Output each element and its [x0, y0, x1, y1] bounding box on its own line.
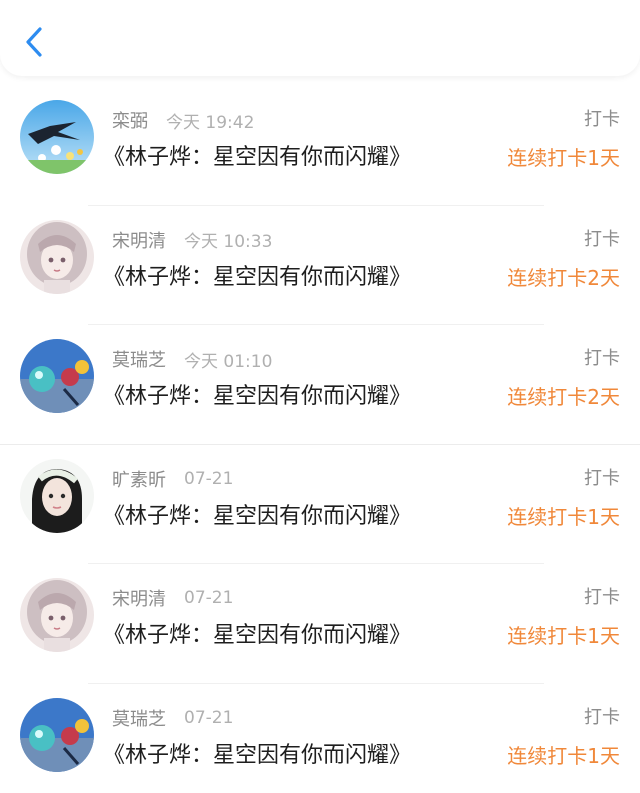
post-time: 今天 19:42 [166, 112, 255, 133]
action-label: 打卡 [584, 109, 620, 130]
streak-badge: 连续打卡2天 [507, 265, 620, 290]
book-title[interactable]: 《林子烨：星空因有你而闪耀》 [103, 262, 411, 294]
record-meta: 莫瑞芝 07-21 [112, 704, 233, 732]
chevron-left-icon [26, 27, 42, 57]
user-avatar[interactable] [20, 697, 94, 772]
anime-girl-avatar [20, 219, 94, 294]
record-meta: 旷素昕 07-21 [112, 465, 233, 493]
action-label: 打卡 [584, 706, 620, 728]
user-avatar[interactable] [20, 578, 94, 652]
checkin-list: 栾弼 今天 19:42 打卡 《林子烨：星空因有你而闪耀》 连续打卡1天 宋明清… [0, 86, 640, 793]
anime-girl-avatar [20, 578, 94, 652]
user-avatar[interactable] [20, 219, 94, 294]
post-time: 今天 01:10 [184, 351, 273, 372]
book-title[interactable]: 《林子烨：星空因有你而闪耀》 [103, 381, 411, 413]
streak-badge: 连续打卡1天 [507, 146, 620, 170]
book-title[interactable]: 《林子烨：星空因有你而闪耀》 [103, 501, 411, 533]
checkin-records-page: 栾弼 今天 19:42 打卡 《林子烨：星空因有你而闪耀》 连续打卡1天 宋明清… [0, 0, 640, 793]
checkin-item[interactable]: 莫瑞芝 今天 01:10 打卡 《林子烨：星空因有你而闪耀》 连续打卡2天 [0, 325, 640, 445]
user-name[interactable]: 栾弼 [112, 107, 148, 133]
post-time: 07-21 [184, 468, 234, 489]
user-name[interactable]: 宋明清 [112, 227, 166, 253]
user-avatar[interactable] [20, 339, 94, 413]
action-label: 打卡 [584, 587, 620, 608]
streak-badge: 连续打卡1天 [507, 624, 620, 648]
glass-marble-avatar [20, 697, 94, 772]
checkin-item[interactable]: 莫瑞芝 07-21 打卡 《林子烨：星空因有你而闪耀》 连续打卡1天 [0, 684, 640, 793]
checkin-item[interactable]: 宋明清 07-21 打卡 《林子烨：星空因有你而闪耀》 连续打卡1天 [0, 564, 640, 684]
streak-badge: 连续打卡1天 [507, 743, 620, 768]
user-name[interactable]: 莫瑞芝 [112, 705, 166, 731]
checkin-item[interactable]: 旷素昕 07-21 打卡 《林子烨：星空因有你而闪耀》 连续打卡1天 [0, 445, 640, 564]
glass-marble-avatar [20, 339, 94, 413]
user-avatar[interactable] [20, 100, 94, 174]
record-meta: 宋明清 07-21 [112, 584, 233, 612]
user-name[interactable]: 宋明清 [112, 585, 166, 611]
post-time: 07-21 [184, 707, 234, 728]
girl-photo-avatar [20, 458, 94, 533]
record-meta: 莫瑞芝 今天 01:10 [112, 345, 272, 373]
user-name[interactable]: 旷素昕 [112, 466, 166, 492]
user-avatar[interactable] [20, 458, 94, 533]
post-time: 今天 10:33 [184, 232, 273, 252]
swallow-bird-avatar [20, 100, 94, 174]
book-title[interactable]: 《林子烨：星空因有你而闪耀》 [103, 620, 411, 652]
top-navigation-bar [0, 0, 640, 76]
user-name[interactable]: 莫瑞芝 [112, 346, 166, 372]
book-title[interactable]: 《林子烨：星空因有你而闪耀》 [103, 740, 411, 772]
post-time: 07-21 [184, 588, 234, 608]
record-meta: 栾弼 今天 19:42 [112, 106, 254, 134]
checkin-item[interactable]: 栾弼 今天 19:42 打卡 《林子烨：星空因有你而闪耀》 连续打卡1天 [0, 86, 640, 206]
streak-badge: 连续打卡2天 [507, 385, 620, 409]
book-title[interactable]: 《林子烨：星空因有你而闪耀》 [103, 142, 411, 174]
action-label: 打卡 [584, 228, 620, 250]
back-button[interactable] [16, 20, 56, 64]
action-label: 打卡 [584, 348, 620, 369]
action-label: 打卡 [584, 467, 620, 489]
record-meta: 宋明清 今天 10:33 [112, 226, 272, 254]
checkin-item[interactable]: 宋明清 今天 10:33 打卡 《林子烨：星空因有你而闪耀》 连续打卡2天 [0, 206, 640, 325]
streak-badge: 连续打卡1天 [507, 504, 620, 529]
